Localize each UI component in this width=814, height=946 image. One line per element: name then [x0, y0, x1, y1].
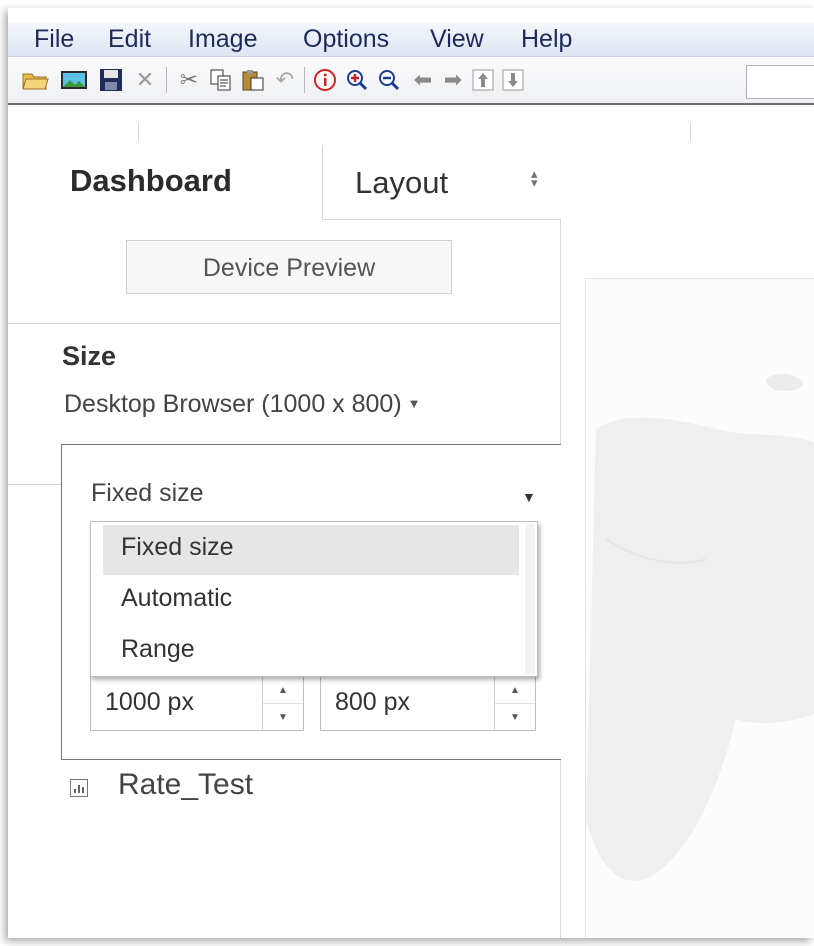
chevron-down-icon[interactable]: ▼ — [522, 489, 536, 505]
width-stepper-buttons: ▲ ▼ — [262, 677, 303, 730]
tab-dashboard[interactable]: Dashboard — [70, 163, 232, 199]
cut-icon[interactable]: ✂ — [176, 67, 202, 93]
device-preview-button[interactable]: Device Preview — [126, 240, 452, 294]
undo-icon[interactable]: ↶ — [272, 67, 298, 93]
delete-icon[interactable]: ✕ — [132, 67, 158, 93]
scrollbar[interactable] — [525, 524, 535, 674]
tab-layout-label: Layout — [355, 165, 449, 200]
menu-help[interactable]: Help — [521, 25, 572, 54]
divider — [8, 484, 62, 485]
size-preset-dropdown[interactable]: Desktop Browser (1000 x 800) ▼ — [64, 390, 421, 419]
ruler-tick — [690, 123, 691, 141]
height-value: 800 px — [335, 688, 411, 716]
width-value: 1000 px — [105, 688, 194, 716]
size-mode-menu: Fixed size Automatic Range — [90, 521, 538, 677]
arrow-up-icon[interactable]: ▲ — [263, 677, 303, 704]
arrow-down-icon[interactable] — [500, 67, 526, 93]
toolbar-input[interactable] — [746, 65, 814, 99]
image-icon[interactable] — [60, 67, 88, 93]
copy-icon[interactable] — [208, 67, 234, 93]
save-icon[interactable] — [98, 67, 124, 93]
size-mode-select[interactable]: Fixed size — [91, 479, 204, 508]
arrow-up-icon[interactable]: ▲ — [495, 677, 535, 704]
toolbar: ✕ ✂ ↶ ⬅ ➡ — [8, 57, 814, 105]
menu-option-fixed-size[interactable]: Fixed size — [121, 533, 234, 562]
arrow-up-icon[interactable] — [470, 67, 496, 93]
app-window: File Edit Image Options View Help ✕ ✂ ↶ — [8, 8, 814, 938]
dashboard-panel: Dashboard Layout ▴ ▾ Device Preview Size … — [8, 145, 563, 938]
paste-icon[interactable] — [240, 67, 266, 93]
menu-option-range[interactable]: Range — [121, 635, 195, 664]
toolbar-divider — [304, 67, 305, 93]
sheet-item-rate-test[interactable]: Rate_Test — [118, 768, 253, 802]
arrow-right-icon[interactable]: ➡ — [440, 67, 466, 93]
dashboard-canvas — [561, 145, 814, 938]
menu-edit[interactable]: Edit — [108, 25, 151, 54]
zoom-in-icon[interactable] — [344, 67, 370, 93]
arrow-left-icon[interactable]: ⬅ — [410, 67, 436, 93]
menu-options[interactable]: Options — [303, 25, 389, 54]
size-heading: Size — [62, 341, 117, 371]
chevron-down-icon: ▼ — [407, 396, 421, 411]
zoom-out-icon[interactable] — [376, 67, 402, 93]
arrow-down-icon[interactable]: ▼ — [263, 704, 303, 730]
menu-view[interactable]: View — [430, 25, 484, 54]
ruler-tick — [138, 123, 139, 141]
menu-option-automatic[interactable]: Automatic — [121, 584, 232, 613]
tab-layout[interactable]: Layout ▴ ▾ — [322, 145, 561, 220]
ruler-strip — [8, 105, 814, 145]
open-folder-icon[interactable] — [22, 67, 50, 93]
menu-file[interactable]: File — [34, 25, 74, 54]
height-stepper[interactable]: 800 px ▲ ▼ — [320, 676, 536, 731]
size-preset-label: Desktop Browser (1000 x 800) — [64, 390, 402, 418]
menu-image[interactable]: Image — [188, 25, 257, 54]
bar-chart-icon — [70, 779, 88, 797]
map-view[interactable] — [585, 278, 814, 938]
height-stepper-buttons: ▲ ▼ — [494, 677, 535, 730]
divider — [8, 323, 560, 324]
info-icon[interactable] — [312, 67, 338, 93]
toolbar-divider — [166, 67, 167, 93]
arrow-down-icon[interactable]: ▼ — [495, 704, 535, 730]
menu-bar: File Edit Image Options View Help — [8, 22, 814, 57]
map-landmass — [586, 373, 814, 881]
updown-icon: ▴ ▾ — [531, 166, 538, 190]
width-stepper[interactable]: 1000 px ▲ ▼ — [90, 676, 304, 731]
